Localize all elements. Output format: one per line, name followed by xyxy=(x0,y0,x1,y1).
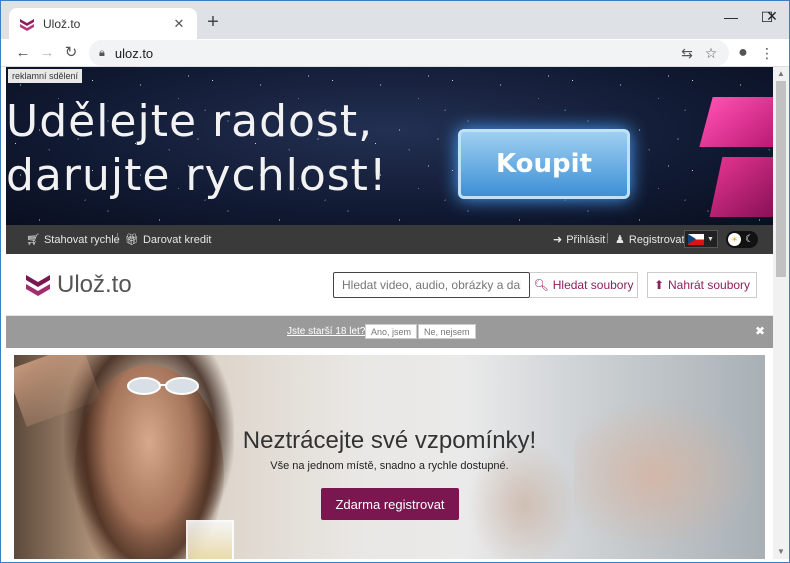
register-label: Registrovat xyxy=(628,233,685,246)
ad-buy-button[interactable]: Koupit xyxy=(458,129,630,199)
url-text: uloz.to xyxy=(114,45,154,61)
ad-banner[interactable]: reklamní sdělení Udělejte radost, darujt… xyxy=(6,67,773,225)
download-fast-link[interactable]: 🛒︎ Stahovat rychle xyxy=(26,233,120,247)
nav-separator: | xyxy=(116,232,119,244)
hero-banner: Neztrácejte své vzpomínky! Vše na jednom… xyxy=(14,355,765,559)
hero-photo-cup xyxy=(186,520,234,559)
browser-tab[interactable]: Ulož.to ✕ xyxy=(9,8,197,39)
forward-icon[interactable]: → xyxy=(35,41,59,65)
upload-icon: ⬆ xyxy=(653,278,664,292)
gift-credit-label: Darovat kredit xyxy=(142,233,212,246)
scrollbar-thumb[interactable] xyxy=(776,81,786,277)
search-files-button[interactable]: 🔍︎ Hledat soubory xyxy=(530,272,638,298)
ad-decoration xyxy=(709,157,773,217)
window-close-button[interactable]: ✕ xyxy=(754,0,790,32)
sunglasses-graphic xyxy=(127,377,199,395)
new-tab-button[interactable]: + xyxy=(201,11,225,35)
menu-kebab-icon[interactable]: ⋮ xyxy=(755,41,779,65)
reload-icon[interactable]: ↻ xyxy=(59,41,83,65)
translate-icon[interactable]: ⇆ xyxy=(675,41,699,65)
search-files-label: Hledat soubory xyxy=(552,278,634,292)
top-navigation: 🛒︎ Stahovat rychle | 🎁︎ Darovat kredit ➜… xyxy=(6,225,773,254)
site-logo[interactable]: Ulož.to xyxy=(25,271,132,299)
ad-buy-label: Koupit xyxy=(495,149,592,179)
download-fast-label: Stahovat rychle xyxy=(43,233,120,246)
site-header: Ulož.to 🔍︎ Hledat soubory ⬆ Nahrát soubo… xyxy=(6,254,773,316)
register-free-button[interactable]: Zdarma registrovat xyxy=(321,488,459,520)
tab-strip: Ulož.to ✕ + — ☐ xyxy=(1,1,789,39)
language-selector[interactable]: ▼ xyxy=(684,230,718,248)
profile-icon[interactable]: ● xyxy=(731,41,755,65)
hero-photo-background xyxy=(574,385,765,559)
gift-credit-link[interactable]: 🎁︎ Darovat kredit xyxy=(125,233,212,247)
tab-title: Ulož.to xyxy=(43,16,81,31)
age-no-button[interactable]: Ne, nejsem xyxy=(418,324,476,339)
bookmark-star-icon[interactable]: ☆ xyxy=(699,41,723,65)
address-bar[interactable]: 🔒︎ uloz.to xyxy=(89,40,729,66)
page-scrollbar[interactable]: ▲ ▼ xyxy=(773,67,789,559)
moon-icon: ☾ xyxy=(745,234,754,245)
age-verification-bar: Jste starší 18 let? Ano, jsem Ne, nejsem… xyxy=(6,316,773,348)
login-icon: ➜ xyxy=(553,234,563,246)
search-input[interactable] xyxy=(333,272,530,298)
close-icon[interactable]: ✖ xyxy=(755,324,765,338)
sun-icon: ☀ xyxy=(728,233,741,246)
age-question-link[interactable]: Jste starší 18 let? xyxy=(287,326,365,337)
czech-flag-icon xyxy=(688,233,705,245)
uloz-logo-icon xyxy=(26,275,50,296)
gift-icon: 🎁︎ xyxy=(125,234,139,246)
cart-icon: 🛒︎ xyxy=(26,234,40,246)
user-icon: ♟ xyxy=(615,234,625,246)
nav-separator: | xyxy=(606,232,609,244)
login-label: Přihlásit xyxy=(566,233,606,246)
lock-icon: 🔒︎ xyxy=(99,46,105,59)
browser-toolbar: ← → ↻ 🔒︎ uloz.to ⇆ ☆ ● ⋮ xyxy=(1,39,789,67)
web-page: reklamní sdělení Udělejte radost, darujt… xyxy=(6,67,773,559)
theme-toggle[interactable]: ☀ ☾ xyxy=(726,231,758,248)
browser-window: Ulož.to ✕ + — ☐ ← → ↻ 🔒︎ uloz.to ⇆ ☆ ● ⋮… xyxy=(0,0,790,563)
ad-headline: Udělejte radost, darujte rychlost! xyxy=(6,95,388,203)
tab-close-icon[interactable]: ✕ xyxy=(171,16,187,32)
ad-headline-line1: Udělejte radost, xyxy=(6,96,374,147)
hero-subtitle: Vše na jednom místě, snadno a rychle dos… xyxy=(270,460,509,472)
scroll-up-icon[interactable]: ▲ xyxy=(773,67,789,81)
register-link[interactable]: ♟ Registrovat xyxy=(615,233,685,247)
chevron-down-icon: ▼ xyxy=(707,235,714,243)
ad-headline-line2: darujte rychlost! xyxy=(6,150,388,201)
scroll-down-icon[interactable]: ▼ xyxy=(773,545,789,559)
uloz-favicon-icon xyxy=(20,18,34,31)
hero-title: Neztrácejte své vzpomínky! xyxy=(242,427,537,454)
ad-label: reklamní sdělení xyxy=(8,69,83,83)
minimize-button[interactable]: — xyxy=(713,1,749,33)
upload-files-label: Nahrát soubory xyxy=(668,278,751,292)
search-icon: 🔍︎ xyxy=(533,278,549,292)
back-icon[interactable]: ← xyxy=(11,41,35,65)
upload-files-button[interactable]: ⬆ Nahrát soubory xyxy=(647,272,757,298)
ad-decoration xyxy=(699,97,773,147)
login-link[interactable]: ➜ Přihlásit xyxy=(553,233,606,247)
age-yes-button[interactable]: Ano, jsem xyxy=(365,324,418,339)
logo-text: Ulož.to xyxy=(57,271,132,298)
